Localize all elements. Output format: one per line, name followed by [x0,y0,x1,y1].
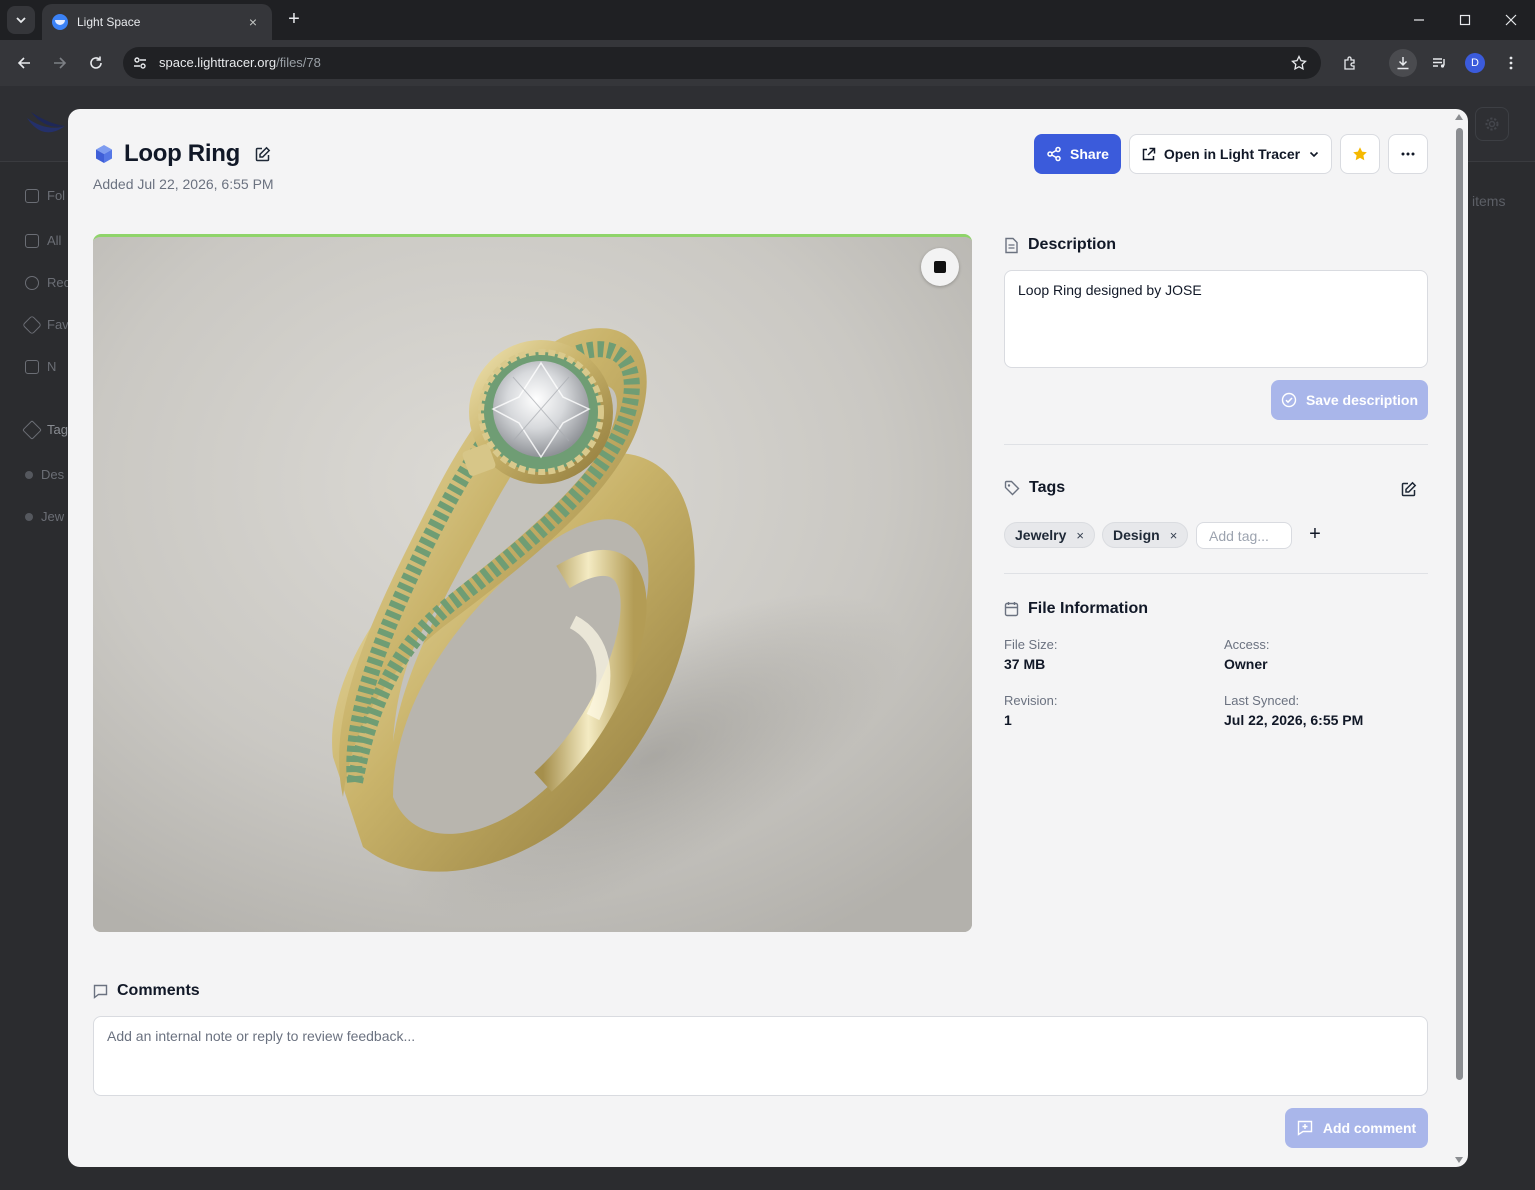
save-description-button[interactable]: Save description [1271,380,1428,420]
stop-icon [934,261,946,273]
sidebar-item-favorites[interactable]: Fav [22,314,69,335]
edit-title-icon[interactable] [254,145,272,163]
tag-label: Jewelry [1015,527,1067,543]
downloads-icon[interactable] [1389,49,1417,77]
section-divider [1004,573,1428,574]
access-label: Access: [1224,637,1270,652]
sidebar-item-new-folder[interactable]: N [25,359,56,374]
last-synced-value: Jul 22, 2026, 6:55 PM [1224,712,1364,728]
browser-tab-active[interactable]: Light Space × [42,4,272,40]
sidebar-item-folders[interactable]: Fol [25,188,65,203]
model-preview-image[interactable] [93,234,972,932]
sidebar-tag-design[interactable]: Des [25,467,64,482]
archive-icon [25,233,39,248]
description-textarea[interactable]: Loop Ring designed by JOSE [1004,270,1428,368]
section-divider [1004,444,1428,445]
stop-rendering-button[interactable] [921,248,959,286]
chevron-down-icon [16,17,26,24]
tab-close-icon[interactable]: × [244,14,262,30]
save-description-label: Save description [1305,392,1419,408]
extensions-puzzle-icon[interactable] [1336,49,1364,77]
clock-icon [25,275,39,290]
maximize-window-icon[interactable] [1452,7,1478,33]
comments-heading: Comments [93,982,200,1000]
close-window-icon[interactable] [1498,7,1524,33]
favorite-button[interactable] [1340,134,1380,174]
url-text: space.lighttracer.org/files/78 [159,55,321,70]
open-in-light-tracer-button[interactable]: Open in Light Tracer [1129,134,1332,174]
star-filled-icon [1353,147,1367,161]
remove-tag-icon[interactable]: × [1170,528,1178,543]
check-circle-icon [1281,392,1297,408]
chevron-down-icon [1309,151,1319,158]
sidebar-section-tags: Tag [22,419,68,440]
share-icon [1047,146,1061,162]
app-logo-icon [25,108,67,138]
settings-gear-icon[interactable] [1475,107,1509,141]
site-settings-icon[interactable] [131,54,149,72]
browser-tabbar: Light Space × + [0,0,1535,40]
tag-color-dot [25,470,33,479]
tag-icon [22,419,42,440]
tag-chip-design: Design × [1102,522,1189,548]
model-cube-icon [96,145,112,163]
star-icon [22,314,42,335]
folder-plus-icon [25,359,39,374]
description-heading: Description [1004,236,1116,254]
forward-arrow-icon[interactable] [46,49,74,77]
tags-heading: Tags [1004,479,1065,497]
calendar-icon [1004,602,1019,617]
folder-icon [25,188,39,203]
minimize-window-icon[interactable] [1406,7,1432,33]
comment-textarea[interactable]: Add an internal note or reply to review … [93,1016,1428,1096]
external-link-icon [1142,147,1156,160]
revision-value: 1 [1004,712,1012,728]
more-options-button[interactable] [1388,134,1428,174]
media-controls-icon[interactable] [1425,49,1453,77]
tab-title: Light Space [77,15,141,29]
bookmark-star-icon[interactable] [1285,49,1313,77]
scrollbar-thumb[interactable] [1456,128,1463,1080]
back-arrow-icon[interactable] [10,49,38,77]
tag-label: Design [1113,527,1160,543]
add-comment-button[interactable]: Add comment [1285,1108,1428,1148]
tab-search-button[interactable] [7,6,35,34]
profile-avatar[interactable]: D [1465,53,1485,73]
add-comment-label: Add comment [1322,1120,1417,1136]
comment-icon [93,984,108,999]
file-title: Loop Ring [124,140,240,167]
file-size-value: 37 MB [1004,656,1046,672]
document-icon [1005,237,1018,253]
tag-color-dot [25,512,33,521]
ring-render [93,237,972,932]
scroll-up-arrow-icon[interactable] [1455,114,1463,120]
edit-tags-icon[interactable] [1399,480,1417,498]
sidebar-item-all[interactable]: All [25,233,61,248]
open-in-label: Open in Light Tracer [1163,146,1301,162]
sidebar-item-recent[interactable]: Rec [25,275,70,290]
remove-tag-icon[interactable]: × [1076,528,1084,543]
added-date: Added Jul 22, 2026, 6:55 PM [93,176,274,192]
tag-chip-jewelry: Jewelry × [1004,522,1095,548]
ellipsis-icon [1401,152,1415,156]
browser-menu-icon[interactable] [1497,49,1525,77]
light-space-favicon-icon [52,14,68,30]
new-tab-button[interactable]: + [282,8,306,32]
reload-icon[interactable] [82,49,110,77]
items-count-text: items [1472,193,1506,209]
share-label: Share [1070,146,1109,162]
comment-plus-icon [1297,1120,1313,1136]
revision-label: Revision: [1004,693,1058,708]
add-tag-plus-icon[interactable]: + [1305,524,1325,544]
file-title-row: Loop Ring [93,140,272,168]
file-information-heading: File Information [1004,600,1148,618]
tag-icon [1004,480,1020,496]
last-synced-label: Last Synced: [1224,693,1300,708]
scroll-down-arrow-icon[interactable] [1455,1157,1463,1163]
sidebar-tag-jewelry[interactable]: Jew [25,509,64,524]
add-tag-input[interactable]: Add tag... [1196,522,1292,549]
access-value: Owner [1224,656,1268,672]
share-button[interactable]: Share [1034,134,1121,174]
file-size-label: File Size: [1004,637,1058,652]
